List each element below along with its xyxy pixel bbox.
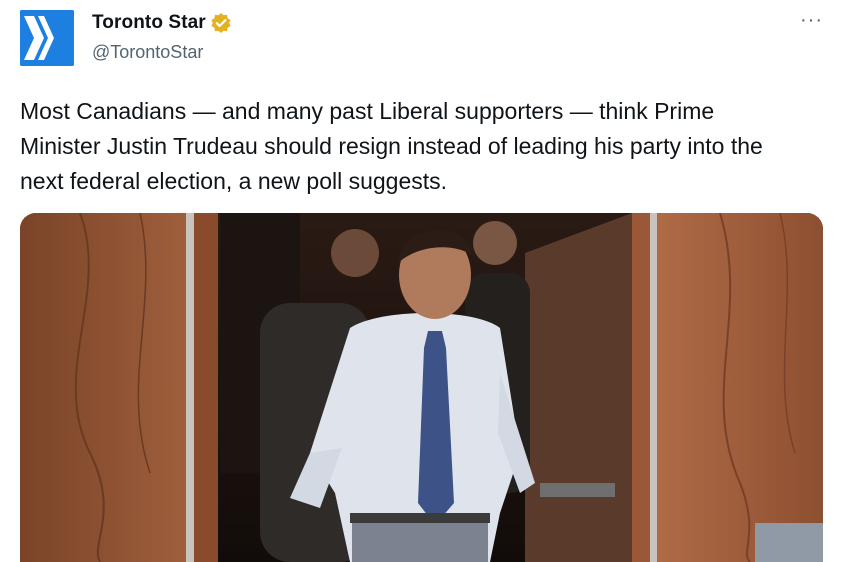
tweet-card: Toronto Star @TorontoStar ··· Most Canad… xyxy=(0,0,845,562)
tweet-photo[interactable] xyxy=(20,213,823,562)
verified-badge-icon xyxy=(210,12,232,34)
tweet-text: Most Canadians — and many past Liberal s… xyxy=(20,98,763,194)
toronto-star-logo-icon[interactable] xyxy=(20,10,74,66)
author-name-row[interactable]: Toronto Star xyxy=(92,12,232,34)
display-name[interactable]: Toronto Star xyxy=(92,12,206,34)
author-handle[interactable]: @TorontoStar xyxy=(92,42,203,63)
more-options-icon[interactable]: ··· xyxy=(800,10,823,30)
